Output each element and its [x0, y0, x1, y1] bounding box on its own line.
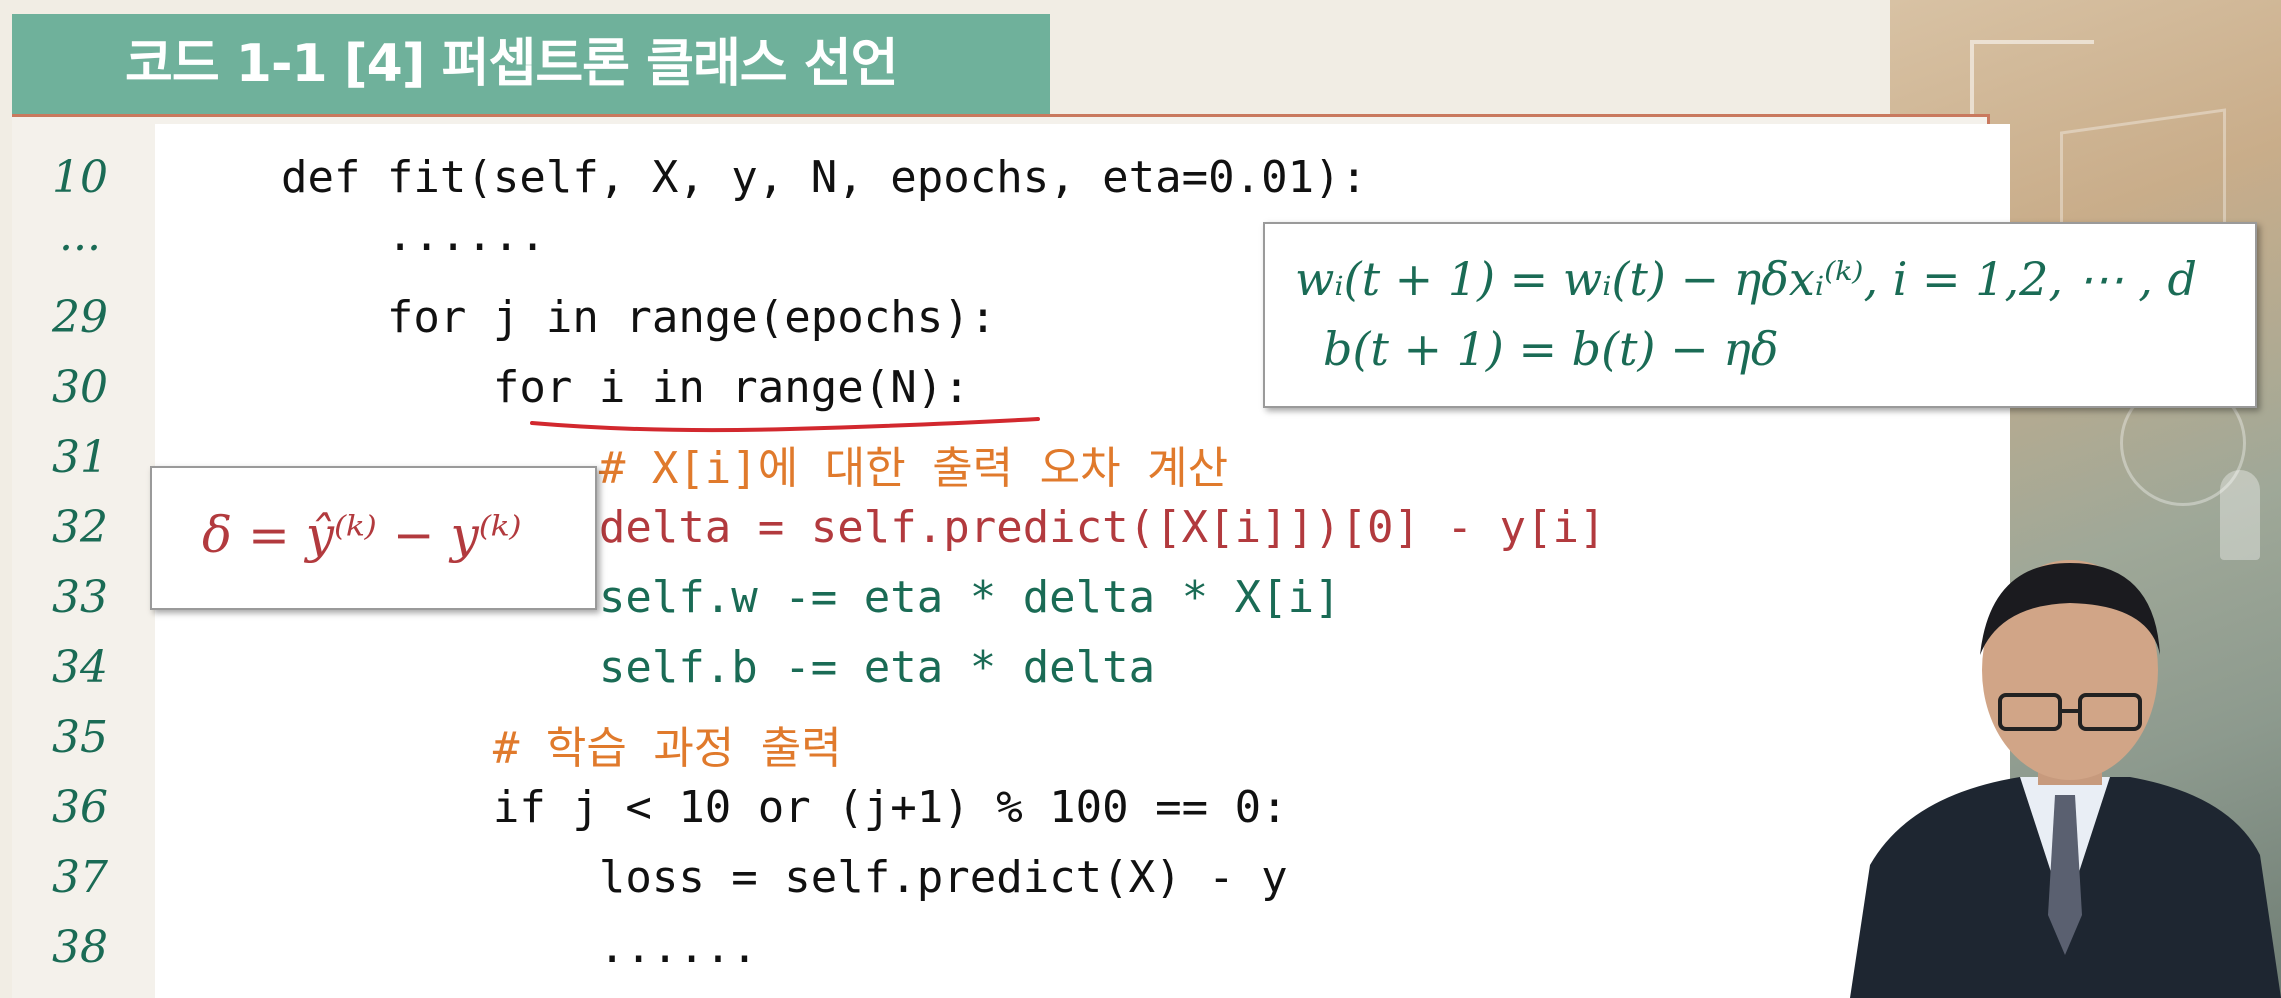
line-number: 35 — [52, 712, 108, 763]
code-line: ...... — [175, 922, 758, 973]
delta-formula: δ = ŷ⁽ᵏ⁾ − y⁽ᵏ⁾ — [202, 506, 522, 564]
code-line: ...... — [175, 210, 546, 261]
code-line: def fit(self, X, y, N, epochs, eta=0.01)… — [175, 152, 1368, 203]
line-number: 29 — [52, 292, 108, 343]
line-number: 37 — [52, 852, 108, 903]
line-number: 31 — [52, 432, 108, 483]
line-number: ... — [59, 210, 101, 261]
weight-update-formula-box: wᵢ(t + 1) = wᵢ(t) − ηδxᵢ⁽ᵏ⁾, i = 1,2, ⋯ … — [1263, 222, 2257, 408]
weight-update-formula: wᵢ(t + 1) = wᵢ(t) − ηδxᵢ⁽ᵏ⁾, i = 1,2, ⋯ … — [1295, 252, 2197, 306]
slide-title: 코드 1-1 [4] 퍼셉트론 클래스 선언 — [125, 34, 898, 94]
line-number: 32 — [52, 502, 108, 553]
code-line: for j in range(epochs): — [175, 292, 997, 343]
line-number: 33 — [52, 572, 108, 623]
code-line: for i in range(N): — [175, 362, 970, 413]
code-line-bias-update: self.b -= eta * delta — [175, 642, 1156, 693]
line-number: 10 — [52, 152, 108, 203]
code-line: loss = self.predict(X) - y — [175, 852, 1288, 903]
bias-update-formula: b(t + 1) = b(t) − ηδ — [1323, 322, 1779, 376]
underline-annotation — [530, 417, 1040, 433]
line-number: 38 — [52, 922, 108, 973]
delta-formula-box: δ = ŷ⁽ᵏ⁾ − y⁽ᵏ⁾ — [150, 466, 597, 610]
line-number: 34 — [52, 642, 108, 693]
decorative-person-shape — [2220, 470, 2260, 560]
code-comment-line: # 학습 과정 출력 — [175, 723, 842, 774]
line-number: 36 — [52, 782, 108, 833]
presenter-image — [1850, 560, 2281, 998]
line-number: 30 — [52, 362, 108, 413]
decorative-frame-shape — [1970, 40, 2094, 114]
code-line: if j < 10 or (j+1) % 100 == 0: — [175, 782, 1288, 833]
